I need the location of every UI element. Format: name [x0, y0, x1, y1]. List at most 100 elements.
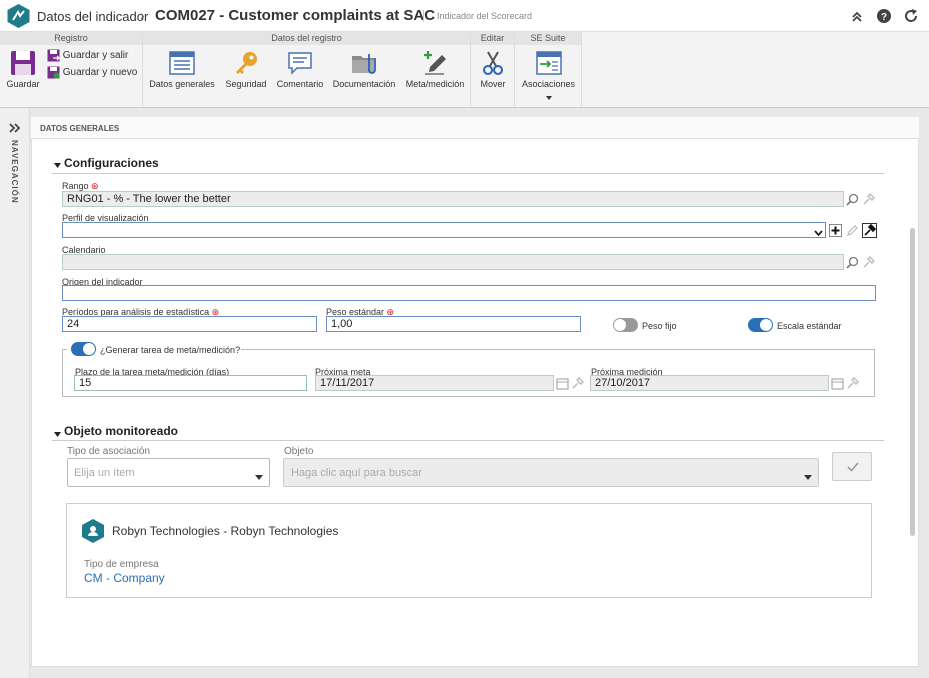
save-new-label: Guardar y nuevo — [62, 67, 138, 79]
associations-button[interactable]: Asociaciones — [518, 50, 579, 89]
folder-clip-icon — [352, 54, 376, 74]
expand-navigation-icon[interactable] — [9, 123, 21, 136]
profile-select[interactable] — [62, 222, 826, 238]
association-type-chevron-icon — [255, 471, 263, 483]
breadcrumb-separator: › — [140, 7, 145, 23]
next-goal-clear-icon[interactable] — [571, 377, 584, 390]
add-icon[interactable] — [829, 224, 842, 237]
svg-text:?: ? — [881, 12, 887, 23]
ribbon-group-title: Datos del registro — [143, 32, 470, 45]
associations-dropdown-icon[interactable] — [546, 91, 552, 103]
calendar-search-icon[interactable] — [846, 256, 859, 269]
move-label: Mover — [480, 79, 506, 89]
chevron-down-icon[interactable] — [814, 227, 823, 239]
range-label-text: Rango — [62, 181, 89, 191]
check-icon — [847, 462, 859, 475]
documentation-label: Documentación — [332, 79, 396, 89]
deadline-field[interactable]: 15 — [74, 375, 307, 391]
company-type-label: Tipo de empresa — [84, 559, 159, 570]
goal-measurement-button[interactable]: Meta/medición — [404, 50, 466, 89]
general-data-button[interactable]: Datos generales — [148, 50, 216, 89]
association-type-label: Tipo de asociación — [67, 446, 151, 457]
associations-icon — [535, 51, 562, 75]
panel-header — [31, 117, 919, 139]
associations-label: Asociaciones — [521, 79, 576, 89]
associated-object-card — [66, 503, 872, 598]
save-exit-icon — [47, 49, 60, 62]
next-goal-field[interactable]: 17/11/2017 — [315, 375, 554, 391]
ribbon-group-title: Editar — [471, 32, 514, 45]
help-icon[interactable]: ? — [876, 8, 892, 24]
comment-icon — [288, 52, 312, 75]
save-new-button[interactable]: Guardar y nuevo — [47, 66, 137, 79]
scissors-icon — [483, 51, 503, 75]
required-icon: ⊛ — [88, 181, 99, 191]
goal-measurement-label: Meta/medición — [405, 79, 465, 89]
next-goal-calendar-icon[interactable] — [556, 377, 569, 390]
page-title: COM027 - Customer complaints at SAC — [155, 7, 436, 24]
object-label: Objeto — [284, 446, 314, 457]
card-title[interactable]: Robyn Technologies - Robyn Technologies — [112, 524, 338, 538]
next-measure-clear-icon[interactable] — [846, 377, 859, 390]
documentation-button[interactable]: Documentación — [331, 50, 397, 89]
comment-button[interactable]: Comentario — [274, 50, 326, 89]
clear-icon[interactable] — [862, 193, 875, 206]
save-button[interactable]: Guardar — [4, 50, 42, 89]
range-field[interactable]: RNG01 - % - The lower the better — [62, 191, 844, 207]
general-data-label: Datos generales — [149, 79, 215, 89]
save-label: Guardar — [6, 79, 40, 89]
section-divider — [52, 440, 884, 441]
standard-scale-toggle[interactable] — [748, 318, 773, 332]
security-label: Seguridad — [225, 79, 267, 89]
save-exit-button[interactable]: Guardar y salir — [47, 49, 128, 62]
collapse-monitored-icon[interactable] — [54, 428, 61, 440]
periods-field[interactable]: 24 — [62, 316, 317, 332]
navigation-label[interactable]: NAVEGACIÓN — [10, 140, 19, 204]
fixed-weight-label: Peso fijo — [642, 321, 677, 331]
collapse-icon[interactable] — [849, 8, 865, 24]
generate-task-label: ¿Generar tarea de meta/medición? — [100, 345, 241, 355]
clear-profile-icon[interactable] — [862, 223, 877, 238]
key-icon — [236, 52, 257, 74]
object-search-select[interactable]: Haga clic aquí para buscar — [283, 458, 819, 487]
pen-plus-icon — [424, 51, 446, 75]
title-divider — [423, 10, 424, 22]
next-measure-calendar-icon[interactable] — [831, 377, 844, 390]
search-icon[interactable] — [846, 193, 859, 206]
floppy-disk-icon — [11, 51, 35, 75]
refresh-icon[interactable] — [903, 8, 919, 24]
save-exit-label: Guardar y salir — [62, 50, 129, 62]
standard-scale-label: Escala estándar — [777, 321, 842, 331]
section-title-monitored-object[interactable]: Objeto monitoreado — [64, 424, 178, 438]
generate-task-toggle[interactable] — [71, 342, 96, 356]
next-measure-field[interactable]: 27/10/2017 — [590, 375, 829, 391]
security-button[interactable]: Seguridad — [223, 50, 269, 89]
confirm-button[interactable] — [832, 452, 872, 481]
comment-label: Comentario — [276, 79, 324, 89]
ribbon-group-title: SE Suite — [515, 32, 581, 45]
weight-field[interactable]: 1,00 — [326, 316, 581, 332]
calendar-clear-icon[interactable] — [862, 256, 875, 269]
association-type-select[interactable]: Elija un ítem — [67, 458, 270, 487]
page-subtitle: Indicador del Scorecard — [437, 11, 533, 21]
section-divider — [52, 173, 884, 174]
object-chevron-icon — [804, 471, 812, 483]
save-new-icon — [47, 66, 60, 79]
association-type-placeholder: Elija un ítem — [74, 467, 135, 479]
origin-field[interactable] — [62, 285, 876, 301]
section-title-configuraciones[interactable]: Configuraciones — [64, 156, 159, 170]
company-icon — [81, 518, 105, 547]
collapse-section-icon[interactable] — [54, 159, 61, 171]
panel-title: DATOS GENERALES — [40, 124, 120, 133]
edit-icon[interactable] — [846, 224, 859, 237]
scrollbar[interactable] — [910, 228, 915, 536]
breadcrumb-app-title: Datos del indicador — [37, 9, 149, 24]
object-placeholder: Haga clic aquí para buscar — [291, 467, 422, 479]
calendar-field[interactable] — [62, 254, 844, 270]
fixed-weight-toggle[interactable] — [613, 318, 638, 332]
ribbon-group-title: Registro — [0, 32, 142, 45]
app-logo-icon — [6, 3, 31, 29]
form-icon — [169, 51, 195, 75]
move-button[interactable]: Mover — [474, 50, 512, 89]
company-type-value[interactable]: CM - Company — [84, 571, 165, 585]
